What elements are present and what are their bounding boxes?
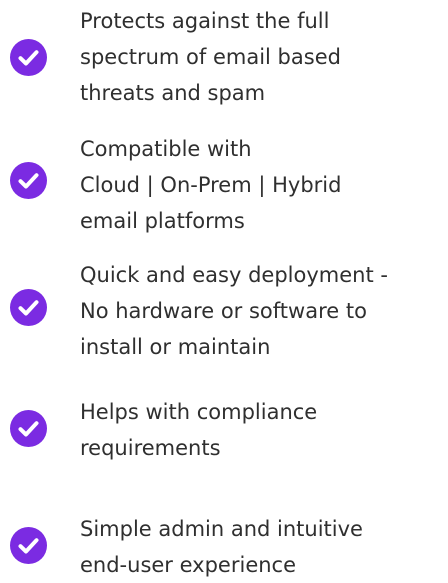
feature-text-line: email platforms [80, 209, 245, 233]
feature-text: Compatible with Cloud | On-Prem | Hybrid… [80, 131, 440, 239]
feature-list: Protects against the full spectrum of em… [0, 0, 448, 577]
check-circle-icon [10, 39, 47, 76]
feature-text-line: Simple admin and intuitive [80, 517, 363, 541]
feature-text-line: spectrum of email based [80, 45, 341, 69]
feature-text-line: No hardware or software to [80, 299, 367, 323]
feature-text-line: Helps with compliance [80, 400, 318, 424]
feature-text-line: Cloud | On-Prem | Hybrid [80, 173, 342, 197]
feature-text-line: threats and spam [80, 81, 266, 105]
feature-text-line: install or maintain [80, 335, 271, 359]
check-circle-icon [10, 410, 47, 447]
feature-text: Protects against the full spectrum of em… [80, 3, 440, 111]
feature-text: Simple admin and intuitive end-user expe… [80, 511, 440, 583]
feature-text-line: Quick and easy deployment - [80, 263, 388, 287]
check-circle-icon [10, 289, 47, 326]
check-circle-icon [10, 162, 47, 199]
feature-text-line: requirements [80, 436, 221, 460]
feature-text-line: Protects against the full [80, 9, 330, 33]
feature-text-line: end-user experience [80, 553, 297, 577]
feature-text: Quick and easy deployment - No hardware … [80, 257, 440, 365]
check-circle-icon [10, 527, 47, 564]
feature-text-line: Compatible with [80, 137, 252, 161]
feature-text: Helps with compliance requirements [80, 394, 440, 466]
